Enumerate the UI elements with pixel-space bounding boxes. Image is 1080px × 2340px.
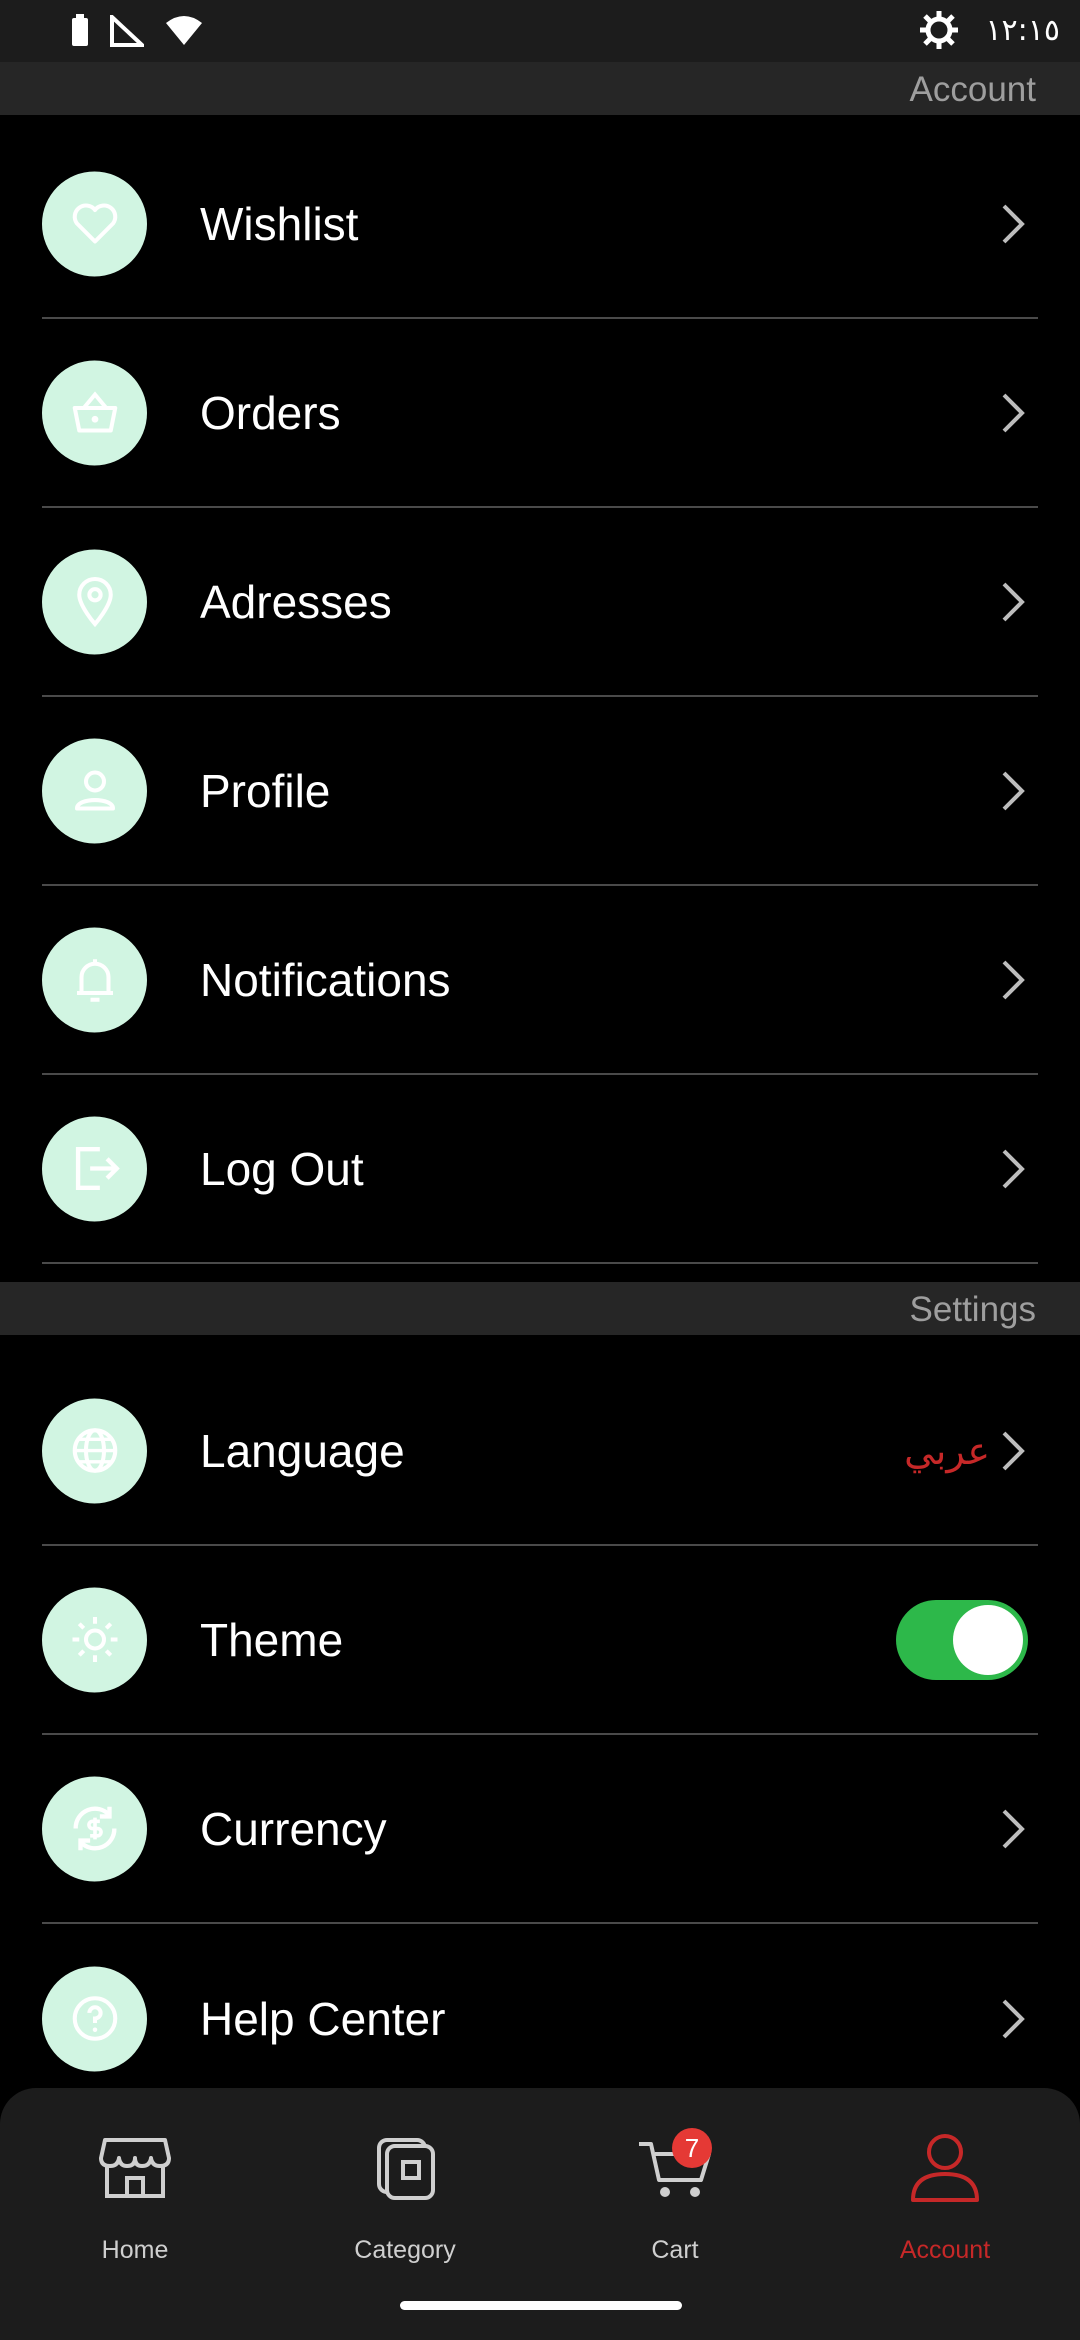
help-icon bbox=[42, 1966, 147, 2071]
chevron-right-icon bbox=[1002, 771, 1025, 810]
cart-badge: 7 bbox=[672, 2128, 712, 2168]
status-time: ١٢:١٥ bbox=[985, 12, 1060, 48]
heart-icon bbox=[42, 171, 147, 276]
logout-row[interactable]: Log Out bbox=[42, 1075, 1038, 1264]
addresses-row[interactable]: Adresses bbox=[42, 508, 1038, 697]
account-section-title: Account bbox=[909, 70, 1036, 109]
chevron-right-icon bbox=[1002, 204, 1025, 243]
notifications-row[interactable]: Notifications bbox=[42, 886, 1038, 1075]
help-center-label: Help Center bbox=[200, 1992, 446, 2045]
battery-icon bbox=[72, 14, 88, 46]
nav-account-label: Account bbox=[899, 2236, 991, 2264]
wifi-icon bbox=[166, 16, 202, 45]
orders-row[interactable]: Orders bbox=[42, 319, 1038, 508]
nav-home-label: Home bbox=[101, 2236, 169, 2264]
chevron-right-icon bbox=[1002, 1809, 1025, 1848]
currency-exchange-icon bbox=[42, 1776, 147, 1881]
addresses-label: Adresses bbox=[200, 575, 392, 628]
profile-label: Profile bbox=[200, 764, 331, 817]
theme-label: Theme bbox=[200, 1613, 344, 1666]
category-icon bbox=[377, 2138, 435, 2200]
user-icon bbox=[911, 2134, 979, 2202]
language-row[interactable]: Language عربي bbox=[42, 1357, 1038, 1546]
settings-gear-icon bbox=[920, 11, 959, 49]
wishlist-label: Wishlist bbox=[200, 197, 359, 250]
account-section-header: Account bbox=[0, 62, 1080, 115]
profile-row[interactable]: Profile bbox=[42, 697, 1038, 886]
home-indicator[interactable] bbox=[400, 2301, 682, 2310]
language-label: Language bbox=[200, 1424, 405, 1477]
sun-icon bbox=[42, 1587, 147, 1692]
currency-label: Currency bbox=[200, 1802, 387, 1855]
status-bar: ١٢:١٥ bbox=[0, 0, 1080, 62]
basket-icon bbox=[42, 360, 147, 465]
wishlist-row[interactable]: Wishlist bbox=[42, 130, 1038, 319]
nav-account[interactable]: Account bbox=[810, 2088, 1080, 2288]
chevron-right-icon bbox=[1002, 393, 1025, 432]
nav-category[interactable]: Category bbox=[270, 2088, 540, 2288]
signal-icon bbox=[110, 15, 144, 47]
settings-section-title: Settings bbox=[909, 1290, 1036, 1329]
toggle-knob bbox=[953, 1604, 1023, 1675]
settings-section-header: Settings bbox=[0, 1282, 1080, 1335]
nav-home[interactable]: Home bbox=[0, 2088, 270, 2288]
nav-cart[interactable]: 7 Cart bbox=[540, 2088, 810, 2288]
chevron-right-icon bbox=[1002, 960, 1025, 999]
nav-cart-label: Cart bbox=[651, 2236, 699, 2264]
notifications-label: Notifications bbox=[200, 953, 451, 1006]
theme-row: Theme bbox=[42, 1546, 1038, 1735]
theme-toggle[interactable] bbox=[896, 1599, 1028, 1680]
globe-icon bbox=[42, 1398, 147, 1503]
language-value: عربي bbox=[904, 1428, 990, 1473]
nav-category-label: Category bbox=[354, 2236, 456, 2264]
store-icon bbox=[99, 2138, 171, 2198]
currency-row[interactable]: Currency bbox=[42, 1735, 1038, 1924]
logout-icon bbox=[42, 1116, 147, 1221]
help-center-row[interactable]: Help Center bbox=[42, 1924, 1038, 2113]
chevron-right-icon bbox=[1002, 582, 1025, 621]
chevron-right-icon bbox=[1002, 1149, 1025, 1188]
location-pin-icon bbox=[42, 549, 147, 654]
chevron-right-icon bbox=[1002, 1999, 1025, 2038]
status-left-icons bbox=[70, 14, 204, 48]
orders-label: Orders bbox=[200, 386, 341, 439]
chevron-right-icon bbox=[1002, 1431, 1025, 1470]
user-icon bbox=[42, 738, 147, 843]
logout-label: Log Out bbox=[200, 1142, 364, 1195]
bell-icon bbox=[42, 927, 147, 1032]
